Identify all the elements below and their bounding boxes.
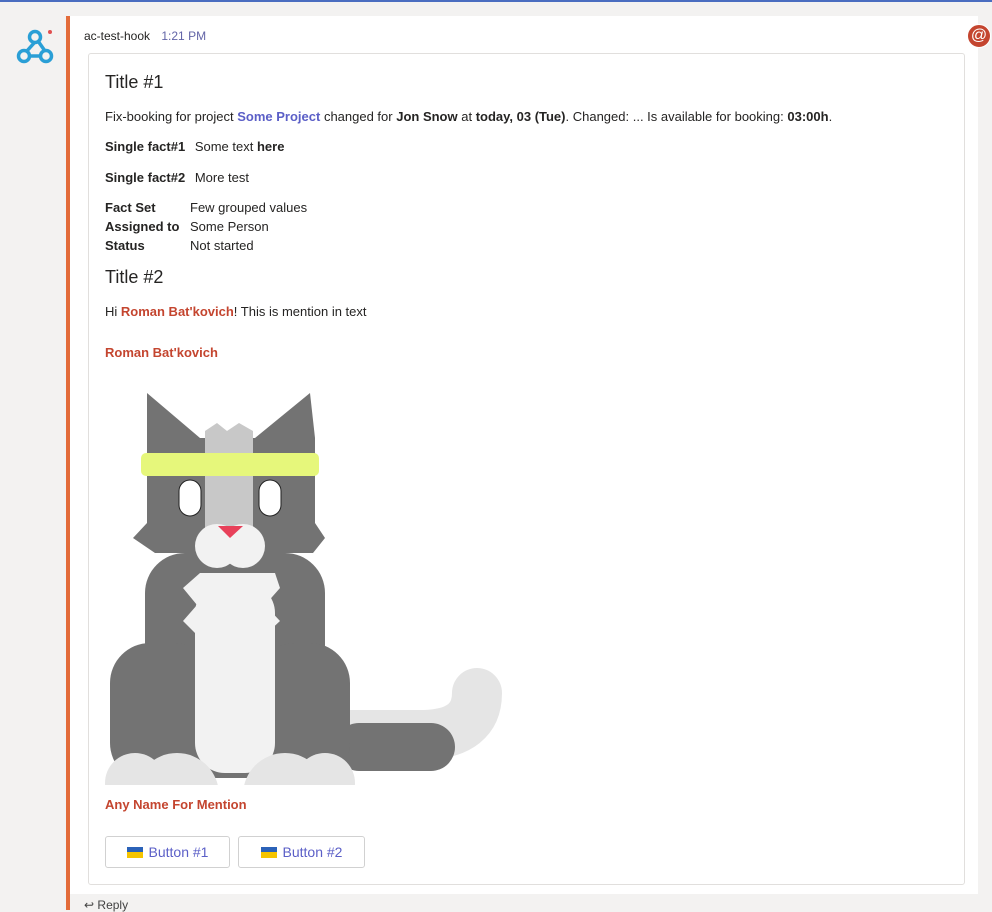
mention-line-text: Hi xyxy=(105,304,121,319)
fact-value-bold: here xyxy=(256,139,285,154)
adaptive-card: Title #1 Fix-booking for project Some Pr… xyxy=(88,53,965,885)
button-label: Button #1 xyxy=(148,844,209,860)
message-container: ac-test-hook 1:21 PM Title #1 Fix-bookin… xyxy=(66,16,978,910)
fact-set-row: Status Not started xyxy=(105,238,254,253)
fact-value: Few grouped values xyxy=(190,200,308,215)
fact-set-row: Assigned to Some Person xyxy=(105,219,269,234)
mention-line: Hi Roman Bat'kovich! This is mention in … xyxy=(105,304,367,319)
message-time: 1:21 PM xyxy=(161,29,207,43)
booking-date: today, 03 (Tue) xyxy=(475,109,566,124)
fact-key: Fact Set xyxy=(105,200,156,215)
single-fact-1: Single fact#1 Some text here xyxy=(105,139,284,154)
single-fact-2: Single fact#2 More test xyxy=(105,170,249,185)
reply-bar: ↩ Reply xyxy=(66,894,978,912)
user-mention[interactable]: Roman Bat'kovich xyxy=(121,304,234,319)
person-name: Jon Snow xyxy=(396,109,458,124)
at-mention-icon: @ xyxy=(967,24,991,48)
fact-key: Single fact#1 xyxy=(105,139,186,154)
card-title-1: Title #1 xyxy=(105,72,164,92)
fact-value: Not started xyxy=(190,238,254,253)
cat-image xyxy=(105,383,507,837)
top-accent-line xyxy=(0,0,992,2)
user-mention-any[interactable]: Any Name For Mention xyxy=(105,797,247,812)
booking-hours: 03:00h xyxy=(787,109,829,124)
fact-key: Assigned to xyxy=(105,219,180,234)
author-name[interactable]: ac-test-hook xyxy=(84,29,150,43)
fact-value: Some Person xyxy=(190,219,269,234)
fact-value: Some text xyxy=(194,139,257,154)
button-2[interactable]: Button #2 xyxy=(238,836,365,868)
webhook-avatar-icon[interactable] xyxy=(14,26,56,68)
project-link[interactable]: Some Project xyxy=(237,109,320,124)
booking-text-part: at xyxy=(457,109,476,124)
booking-text-part: Fix-booking for project xyxy=(105,109,238,124)
fact-value: More test xyxy=(194,170,250,185)
ukraine-flag-icon xyxy=(260,846,277,858)
fact-key: Status xyxy=(105,238,145,253)
ukraine-flag-icon xyxy=(126,846,143,858)
button-1[interactable]: Button #1 xyxy=(105,836,230,868)
card-title-2: Title #2 xyxy=(105,267,164,287)
mention-line-text: ! This is mention in text xyxy=(233,304,367,319)
booking-text-part: . xyxy=(828,109,833,124)
fact-key: Single fact#2 xyxy=(105,170,186,185)
booking-text-part: changed for xyxy=(320,109,397,124)
message-header: ac-test-hook 1:21 PM xyxy=(84,29,206,43)
fact-set-row: Fact Set Few grouped values xyxy=(105,200,307,215)
booking-text: Fix-booking for project Some Project cha… xyxy=(105,109,832,124)
button-label: Button #2 xyxy=(282,844,343,860)
user-mention-standalone[interactable]: Roman Bat'kovich xyxy=(105,345,218,360)
booking-text-part: . Changed: ... Is available for booking: xyxy=(565,109,788,124)
